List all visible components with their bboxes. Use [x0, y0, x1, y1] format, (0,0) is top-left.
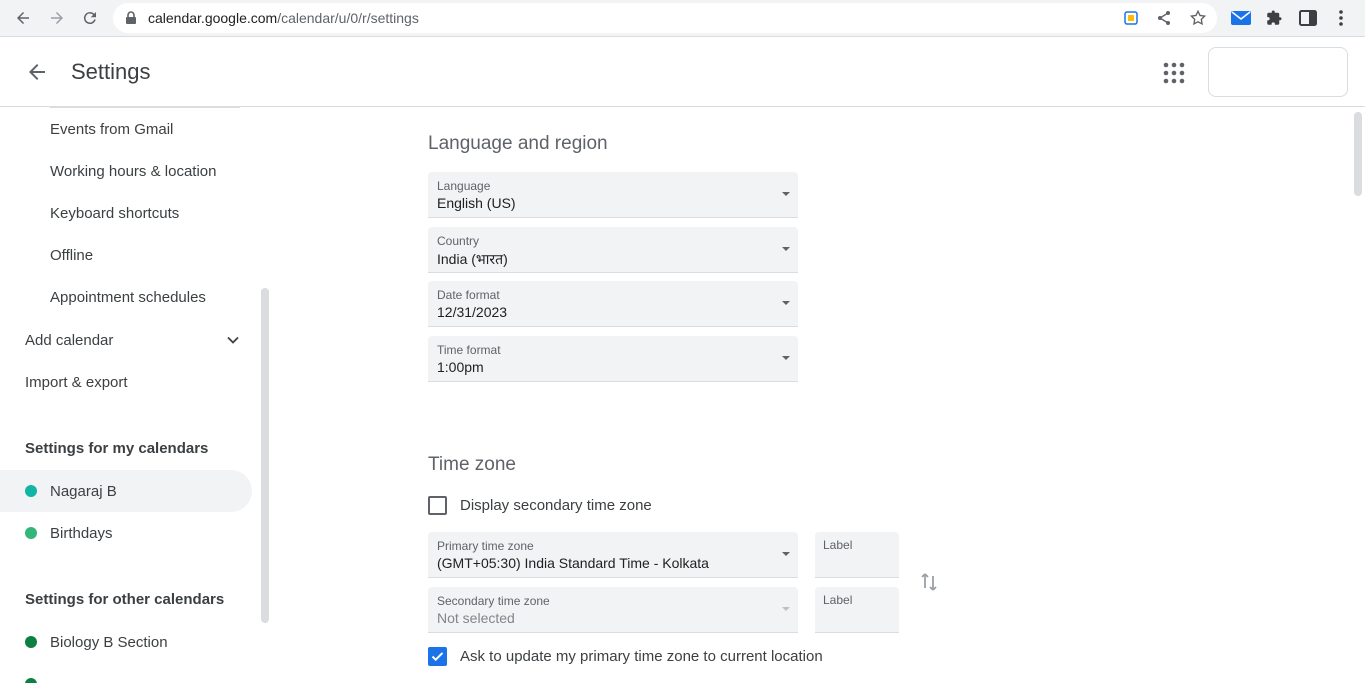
field-label: Secondary time zone — [437, 594, 550, 608]
primary-time-zone-select[interactable]: Primary time zone (GMT+05:30) India Stan… — [428, 532, 798, 578]
side-panel-icon[interactable] — [1297, 7, 1319, 29]
url-text: calendar.google.com/calendar/u/0/r/setti… — [148, 10, 419, 26]
checkbox[interactable] — [428, 647, 447, 666]
field-value: (GMT+05:30) India Standard Time - Kolkat… — [437, 555, 709, 571]
sidebar-item-import-export[interactable]: Import & export — [25, 374, 128, 391]
swap-time-zones-icon[interactable] — [918, 571, 940, 593]
translate-icon[interactable] — [1121, 9, 1141, 27]
field-label: Label — [823, 593, 853, 607]
share-icon[interactable] — [1154, 9, 1174, 27]
back-arrow-icon[interactable] — [25, 60, 49, 84]
scrollbar-thumb[interactable] — [1354, 112, 1362, 196]
sidebar-item-working-hours[interactable]: Working hours & location — [50, 163, 216, 180]
sidebar-item-add-calendar[interactable]: Add calendar — [25, 332, 113, 349]
secondary-time-zone-label-input[interactable]: Label — [815, 587, 899, 633]
sidebar-item-offline[interactable]: Offline — [50, 247, 93, 264]
primary-time-zone-label-input[interactable]: Label — [815, 532, 899, 578]
time-zone-title: Time zone — [428, 454, 516, 475]
settings-sidebar: Events from Gmail Working hours & locati… — [0, 107, 272, 683]
browser-menu-icon[interactable] — [1330, 7, 1352, 29]
time-format-select[interactable]: Time format 1:00pm — [428, 336, 798, 382]
extensions-puzzle-icon[interactable] — [1263, 7, 1285, 29]
back-icon[interactable] — [10, 6, 36, 30]
field-label: Time format — [437, 343, 501, 357]
dropdown-arrow-icon — [782, 192, 790, 196]
google-apps-icon[interactable] — [1163, 62, 1185, 84]
app-header: Settings — [0, 38, 1365, 107]
other-calendars-heading: Settings for other calendars — [25, 591, 225, 608]
dropdown-arrow-icon — [782, 607, 790, 611]
field-value: English (US) — [437, 195, 516, 211]
country-select[interactable]: Country India (भारत) — [428, 227, 798, 273]
sidebar-scrollbar[interactable] — [261, 288, 269, 623]
language-region-title: Language and region — [428, 133, 608, 154]
dropdown-arrow-icon — [782, 356, 790, 360]
language-select[interactable]: Language English (US) — [428, 172, 798, 218]
lock-icon[interactable] — [125, 11, 137, 30]
dropdown-arrow-icon — [782, 301, 790, 305]
sidebar-item-nagaraj-b[interactable] — [0, 470, 252, 512]
chevron-down-icon[interactable] — [225, 332, 241, 348]
field-label: Label — [823, 538, 853, 552]
mail-extension-icon[interactable] — [1230, 7, 1252, 29]
field-label: Date format — [437, 288, 500, 302]
main-scrollbar[interactable] — [1352, 107, 1365, 683]
account-button[interactable] — [1208, 47, 1348, 97]
checkbox[interactable] — [428, 496, 447, 515]
field-label: Primary time zone — [437, 539, 534, 553]
calendar-color-dot — [25, 485, 37, 497]
calendar-color-dot — [25, 678, 37, 683]
calendar-color-dot — [25, 636, 37, 648]
divider — [50, 107, 240, 108]
field-label: Country — [437, 234, 480, 248]
sidebar-item-appointment-schedules[interactable]: Appointment schedules — [50, 289, 206, 306]
reload-icon[interactable] — [77, 6, 103, 30]
field-value: India (भारत) — [437, 251, 508, 267]
browser-toolbar: calendar.google.com/calendar/u/0/r/setti… — [0, 0, 1365, 37]
sidebar-item-birthdays[interactable]: Birthdays — [50, 525, 113, 542]
sidebar-item-events-from-gmail[interactable]: Events from Gmail — [50, 121, 173, 138]
checkbox-label: Display secondary time zone — [460, 497, 652, 514]
calendar-label-nagaraj-b[interactable]: Nagaraj B — [50, 483, 117, 500]
date-format-select[interactable]: Date format 12/31/2023 — [428, 281, 798, 327]
checkbox-label: Ask to update my primary time zone to cu… — [460, 648, 823, 665]
settings-main: Language and region Language English (US… — [272, 107, 1352, 683]
sidebar-item-biology-b-section[interactable]: Biology B Section — [50, 634, 168, 651]
field-value: Not selected — [437, 610, 515, 626]
field-value: 12/31/2023 — [437, 304, 508, 320]
bookmark-star-icon[interactable] — [1188, 9, 1208, 27]
sidebar-item-keyboard-shortcuts[interactable]: Keyboard shortcuts — [50, 205, 179, 222]
calendar-color-dot — [25, 527, 37, 539]
forward-icon[interactable] — [44, 6, 70, 30]
dropdown-arrow-icon — [782, 552, 790, 556]
field-label: Language — [437, 179, 491, 193]
my-calendars-heading: Settings for my calendars — [25, 440, 209, 457]
dropdown-arrow-icon — [782, 247, 790, 251]
secondary-time-zone-select[interactable]: Secondary time zone Not selected — [428, 587, 798, 633]
field-value: 1:00pm — [437, 359, 484, 375]
address-bar[interactable]: calendar.google.com/calendar/u/0/r/setti… — [113, 3, 1217, 33]
page-title: Settings — [71, 59, 151, 84]
